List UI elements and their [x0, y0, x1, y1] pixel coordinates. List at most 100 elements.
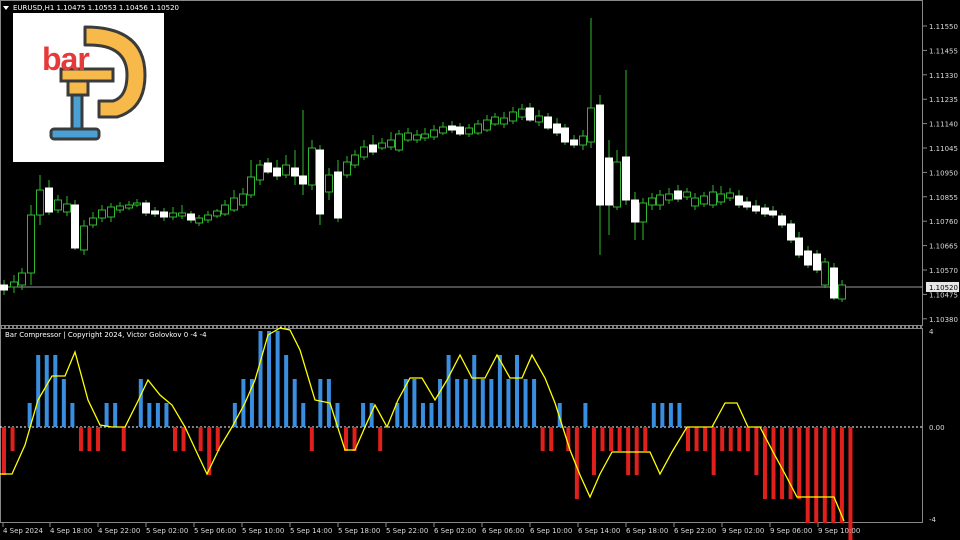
histogram-bar-down — [2, 427, 6, 475]
candle-body — [587, 107, 595, 143]
candle-body — [213, 210, 221, 217]
candle-body — [273, 167, 281, 177]
histogram-bar-down — [822, 427, 827, 523]
candle-body — [351, 154, 359, 166]
histogram-bar-up — [53, 355, 58, 427]
candle-body — [795, 237, 803, 256]
time-tick-label: 6 Sep 10:00 — [530, 527, 572, 535]
candle-body — [761, 207, 769, 215]
current-price-label: 1.10520 — [929, 284, 958, 292]
candle-body — [535, 115, 543, 123]
candle-body — [813, 253, 821, 271]
histogram-bar-down — [198, 427, 203, 451]
candle-body — [299, 175, 307, 185]
candle-body — [247, 176, 255, 196]
candle-body — [752, 205, 760, 212]
candle-body — [474, 123, 482, 134]
histogram-bar-down — [591, 427, 596, 475]
histogram-bar-down — [173, 427, 177, 451]
symbol-menu-arrow-icon[interactable] — [3, 6, 9, 10]
histogram-bar-up — [267, 331, 272, 427]
candle-body — [518, 108, 526, 118]
candle-body — [717, 193, 725, 203]
candle-body — [491, 116, 499, 125]
histogram-bar-up — [677, 403, 682, 427]
candle-body — [526, 107, 534, 121]
price-tick-label: 1.10855 — [929, 194, 958, 202]
candle-body — [421, 133, 429, 139]
candle-body — [187, 213, 195, 221]
histogram-bar-up — [70, 403, 75, 427]
histogram-bar-down — [549, 427, 554, 451]
candle-body — [116, 205, 124, 211]
candle-body — [404, 132, 412, 141]
main-chart-header: EURUSD,H1 1.10475 1.10553 1.10456 1.1052… — [13, 4, 179, 12]
candle-body — [89, 217, 97, 226]
price-tick-label: 1.11455 — [929, 47, 958, 55]
histogram-bar-up — [446, 355, 451, 427]
candle-body — [691, 197, 699, 207]
candle-body — [787, 223, 795, 241]
time-tick-label: 9 Sep 02:00 — [722, 527, 764, 535]
candle-body — [360, 146, 368, 158]
histogram-bar-down — [78, 427, 83, 451]
candle-body — [151, 210, 159, 215]
candle-body — [726, 192, 734, 199]
candle-body — [631, 199, 639, 223]
histogram-bar-down — [96, 427, 101, 451]
candle-body — [605, 157, 613, 206]
histogram-bar-up — [164, 403, 169, 427]
histogram-bar-down — [780, 427, 785, 499]
candle-body — [221, 204, 229, 215]
histogram-bar-up — [104, 403, 109, 427]
histogram-bar-up — [318, 379, 323, 427]
histogram-bar-down — [814, 427, 819, 523]
histogram-bar-up — [651, 403, 656, 427]
price-tick-label: 1.11045 — [929, 145, 958, 153]
histogram-bar-down — [609, 427, 614, 451]
histogram-bar-down — [754, 427, 759, 475]
time-tick-label: 6 Sep 22:00 — [674, 527, 716, 535]
histogram-bar-down — [771, 427, 776, 499]
time-tick-label: 5 Sep 22:00 — [386, 527, 428, 535]
histogram-bar-down — [378, 427, 383, 451]
candle-body — [0, 284, 8, 291]
indicator-bottom-label: -4 — [929, 516, 937, 524]
histogram-bar-up — [275, 331, 280, 427]
price-tick-label: 1.11550 — [929, 23, 958, 31]
histogram-bar-up — [497, 355, 502, 427]
candle-body — [561, 127, 569, 143]
candle-body — [613, 161, 621, 208]
histogram-bar-up — [155, 403, 160, 427]
candle-body — [125, 204, 133, 209]
price-tick-label: 1.10665 — [929, 243, 958, 251]
candle-body — [456, 126, 464, 135]
histogram-bar-up — [472, 355, 477, 427]
candle-body — [700, 195, 708, 205]
candle-body — [27, 214, 35, 274]
candle-body — [378, 142, 386, 149]
histogram-bar-up — [660, 403, 665, 427]
histogram-bar-up — [532, 379, 537, 427]
logo-text: bar — [42, 41, 90, 77]
candle-body — [570, 139, 578, 146]
candle-body — [160, 211, 168, 218]
candle-body — [804, 250, 812, 266]
candle-body — [656, 194, 664, 206]
candle-body — [639, 202, 647, 223]
price-tick-label: 1.10475 — [929, 291, 958, 299]
indicator-zero-label: 0.00 — [929, 424, 945, 432]
histogram-bar-up — [61, 379, 66, 427]
time-tick-label: 6 Sep 02:00 — [434, 527, 476, 535]
time-tick-label: 5 Sep 10:00 — [242, 527, 284, 535]
histogram-bar-up — [44, 355, 49, 427]
candle-body — [683, 191, 691, 198]
histogram-bar-down — [694, 427, 699, 451]
candle-body — [107, 206, 115, 218]
price-tick-label: 1.10570 — [929, 267, 958, 275]
candle-body — [579, 135, 587, 146]
candle-body — [413, 134, 421, 141]
histogram-bar-up — [113, 403, 118, 427]
time-tick-label: 5 Sep 18:00 — [338, 527, 380, 535]
histogram-bar-up — [138, 379, 143, 427]
